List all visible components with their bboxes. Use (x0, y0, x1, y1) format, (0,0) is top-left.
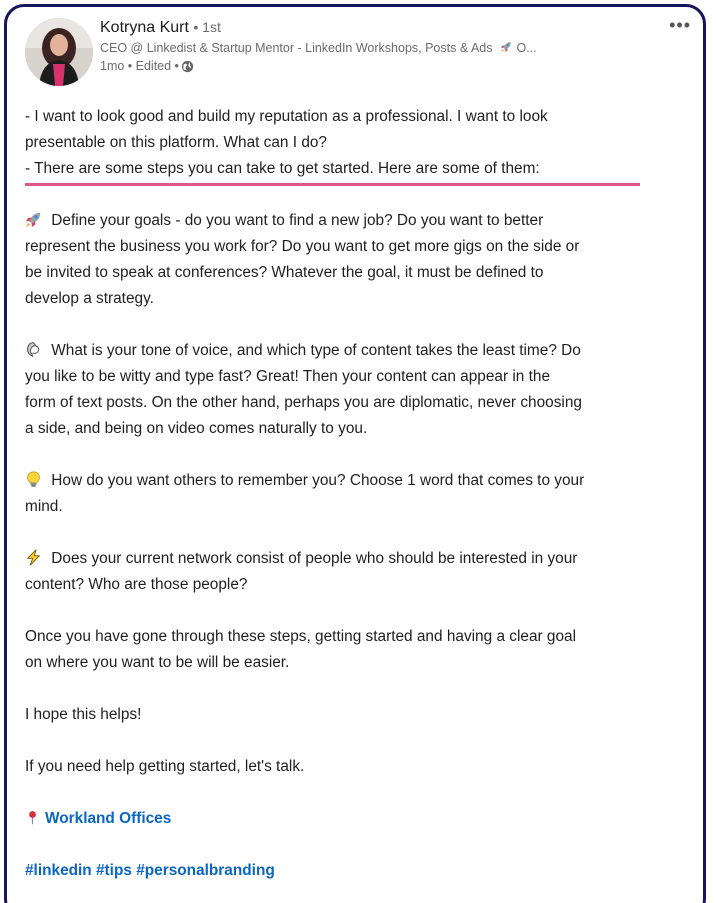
lightning-icon (27, 549, 40, 566)
hashtags-line: #linkedin #tips #personalbranding (25, 858, 697, 884)
post-line: Does your current network consist of peo… (25, 546, 697, 572)
location-line: Workland Offices (25, 806, 697, 832)
post-line: - I want to look good and build my reput… (25, 108, 548, 125)
post-line: Define your goals - do you want to find … (25, 208, 697, 234)
hashtag-linkedin[interactable]: #linkedin (25, 862, 92, 879)
post-line: If you need help getting started, let's … (25, 758, 305, 775)
post-line: represent the business you work for? Do … (25, 238, 580, 255)
tone-text: What is your tone of voice, and which ty… (47, 342, 581, 359)
post-line: a side, and being on video comes natural… (25, 420, 368, 437)
hashtag-tips[interactable]: #tips (96, 862, 132, 879)
post-line: you like to be witty and type fast? Grea… (25, 368, 551, 385)
author-headline: CEO @ Linkedist & Startup Mentor - Linke… (100, 39, 660, 57)
author-name[interactable]: Kotryna Kurt (100, 19, 189, 36)
more-options-button[interactable]: ••• (669, 16, 691, 34)
author-headline-text: CEO @ Linkedist & Startup Mentor - Linke… (100, 41, 493, 55)
post-line: I hope this helps! (25, 706, 142, 723)
post-line-highlighted: - There are some steps you can take to g… (25, 160, 540, 177)
post-body: - I want to look good and build my reput… (25, 104, 697, 884)
post-line: mind. (25, 498, 63, 515)
author-info: Kotryna Kurt • 1st CEO @ Linkedist & Sta… (100, 16, 660, 75)
post-line: form of text posts. On the other hand, p… (25, 394, 582, 411)
post-line: be invited to speak at conferences? What… (25, 264, 544, 281)
post-meta: 1mo • Edited • (100, 57, 660, 75)
network-text: Does your current network consist of peo… (47, 550, 578, 567)
post-line: Once you have gone through these steps, … (25, 628, 577, 645)
location-link[interactable]: Workland Offices (45, 810, 171, 827)
pin-icon (29, 811, 36, 825)
remember-text: How do you want others to remember you? … (47, 472, 585, 489)
goals-text: Define your goals - do you want to find … (47, 212, 544, 229)
author-headline-suffix: O... (516, 41, 537, 55)
post-line: content? Who are those people? (25, 576, 248, 593)
post-line: on where you want to be will be easier. (25, 654, 290, 671)
hashtag-personalbranding[interactable]: #personalbranding (136, 862, 275, 879)
connection-degree: • 1st (193, 19, 221, 35)
speech-bubble-icon (27, 342, 40, 358)
post-header: Kotryna Kurt • 1st CEO @ Linkedist & Sta… (25, 16, 697, 92)
author-line: Kotryna Kurt • 1st (100, 16, 660, 39)
post-line: develop a strategy. (25, 290, 154, 307)
post-line: What is your tone of voice, and which ty… (25, 338, 697, 364)
post-time-label: 1mo • Edited • (100, 59, 179, 73)
post-line: presentable on this platform. What can I… (25, 134, 327, 151)
lightbulb-icon (27, 471, 40, 487)
avatar[interactable] (25, 18, 93, 86)
globe-icon (181, 60, 194, 72)
rocket-icon (25, 212, 41, 228)
post-line: How do you want others to remember you? … (25, 468, 697, 494)
rocket-icon (501, 42, 511, 52)
